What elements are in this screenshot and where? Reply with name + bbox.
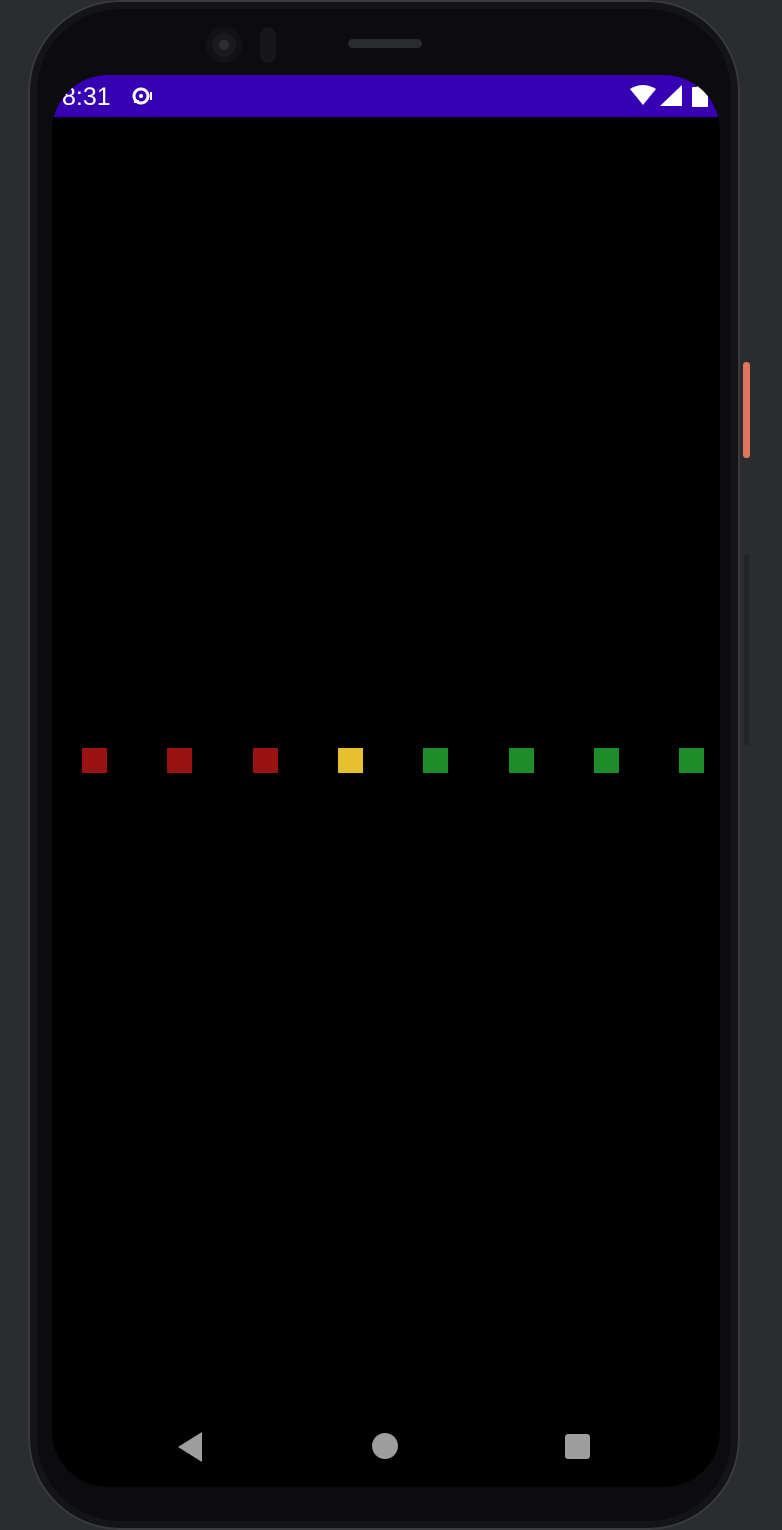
wifi-icon — [630, 85, 656, 105]
recents-button[interactable] — [565, 1434, 590, 1459]
home-button[interactable] — [372, 1433, 398, 1459]
battery-icon — [692, 84, 708, 107]
indicator-5 — [423, 748, 448, 773]
volume-rocker[interactable] — [744, 555, 749, 745]
indicator-8 — [679, 748, 704, 773]
indicator-1 — [82, 748, 107, 773]
earpiece-speaker-icon — [348, 39, 422, 48]
back-button[interactable] — [178, 1432, 206, 1462]
status-clock: 8:31 — [62, 83, 111, 111]
media-notification-icon — [132, 87, 152, 105]
status-bar: 8:31 — [52, 75, 720, 117]
proximity-sensor-icon — [260, 27, 276, 63]
front-camera-icon — [206, 27, 242, 63]
indicator-row — [82, 748, 706, 774]
indicator-7 — [594, 748, 619, 773]
indicator-2 — [167, 748, 192, 773]
cellular-signal-icon — [660, 85, 682, 106]
device-screen: 8:31 — [52, 75, 720, 1487]
indicator-3 — [253, 748, 278, 773]
indicator-6 — [509, 748, 534, 773]
indicator-4 — [338, 748, 363, 773]
power-button[interactable] — [743, 362, 750, 458]
